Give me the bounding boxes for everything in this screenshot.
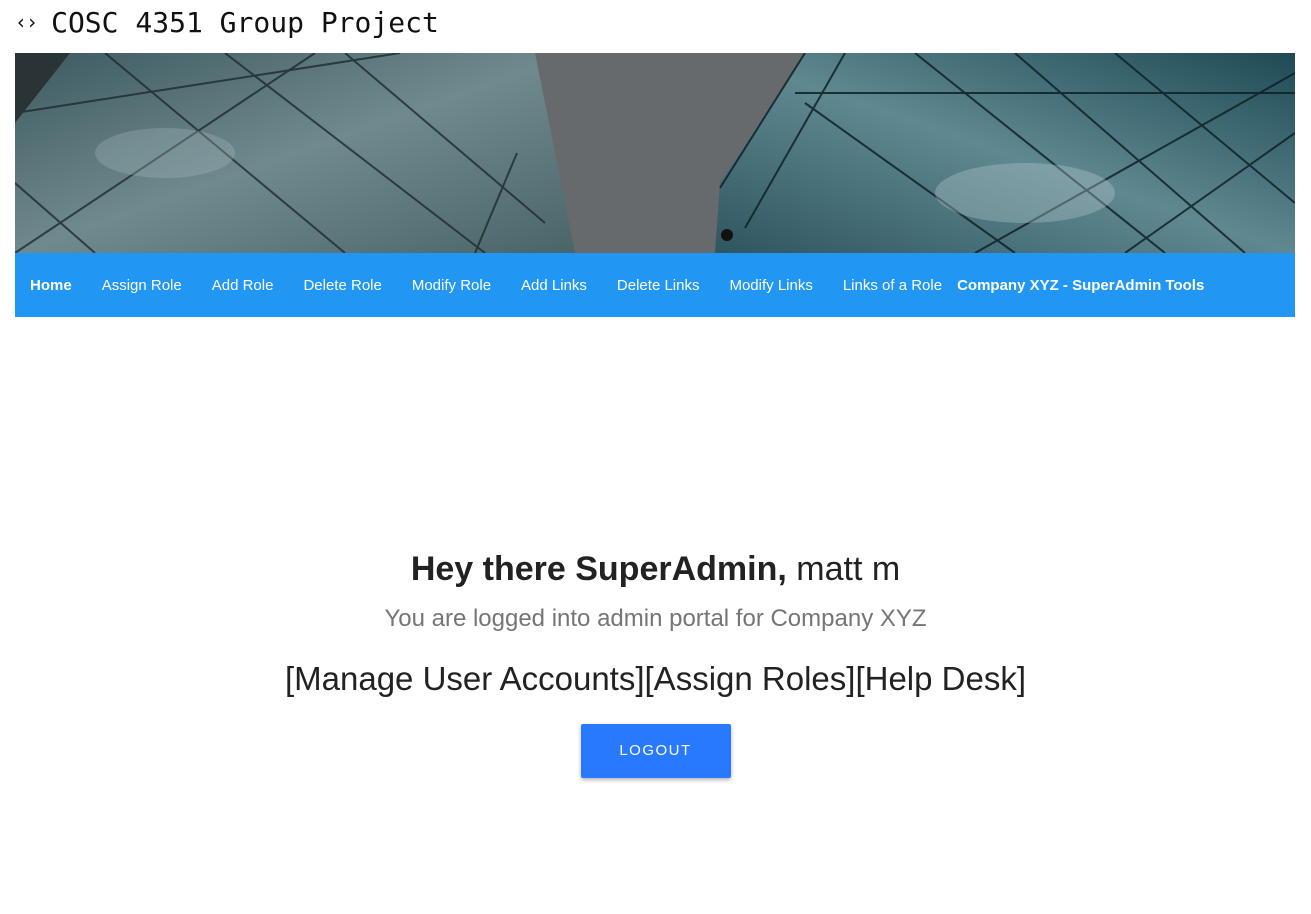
nav-delete-role[interactable]: Delete Role xyxy=(303,277,381,294)
help-desk-link[interactable]: [Help Desk] xyxy=(855,660,1026,697)
portal-subtitle: You are logged into admin portal for Com… xyxy=(384,605,927,632)
greeting-heading: Hey there SuperAdmin, matt m xyxy=(0,540,1311,598)
quick-links: [Manage User Accounts][Assign Roles][Hel… xyxy=(0,656,1311,702)
assign-roles-link[interactable]: [Assign Roles] xyxy=(645,660,856,697)
nav-home[interactable]: Home xyxy=(30,277,72,294)
nav-modify-role[interactable]: Modify Role xyxy=(412,277,491,294)
greeting-bold-text: Hey there SuperAdmin, xyxy=(410,550,787,588)
window-title: COSC 4351 Group Project xyxy=(51,5,439,39)
nav-links-of-a-role[interactable]: Links of a Role xyxy=(843,277,942,294)
window-title-bar: ‹› COSC 4351 Group Project xyxy=(15,2,439,42)
nav-delete-links[interactable]: Delete Links xyxy=(617,277,700,294)
manage-user-accounts-link[interactable]: [Manage User Accounts] xyxy=(285,660,645,697)
main-content: Hey there SuperAdmin, matt m You are log… xyxy=(0,540,1311,778)
logout-button[interactable]: LOGOUT xyxy=(580,724,731,778)
nav-brand-title[interactable]: Company XYZ - SuperAdmin Tools xyxy=(957,277,1204,294)
hero-banner-image xyxy=(15,53,1295,253)
code-icon: ‹› xyxy=(15,10,38,34)
nav-add-links[interactable]: Add Links xyxy=(521,277,587,294)
main-nav-bar: Home Assign Role Add Role Delete Role Mo… xyxy=(15,253,1295,317)
nav-modify-links[interactable]: Modify Links xyxy=(729,277,812,294)
nav-assign-role[interactable]: Assign Role xyxy=(102,277,182,294)
greeting-user-name: matt m xyxy=(796,550,901,588)
nav-add-role[interactable]: Add Role xyxy=(212,277,274,294)
